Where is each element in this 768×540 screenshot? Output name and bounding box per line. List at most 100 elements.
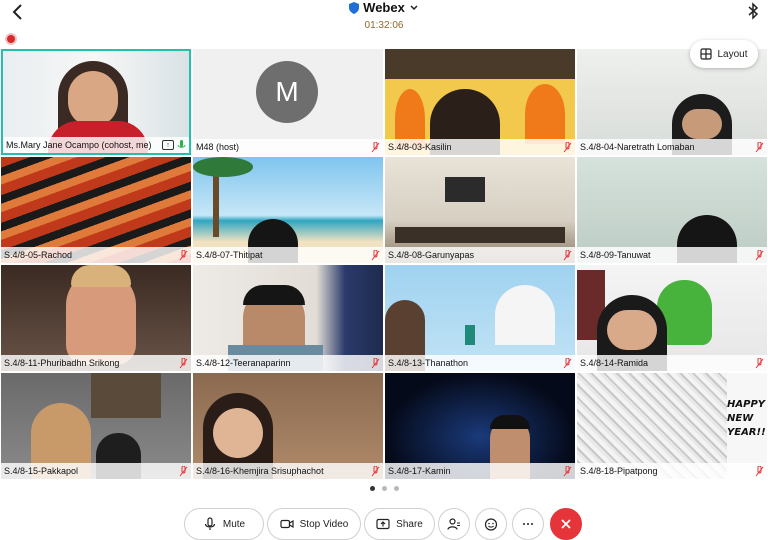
recording-indicator-icon [5, 33, 17, 45]
participant-name: S.4/8-05-Rachod [4, 250, 73, 260]
bluetooth-icon [748, 2, 759, 20]
smiley-icon [484, 518, 498, 531]
participant-label: S.4/8-09-Tanuwat [577, 247, 767, 263]
mic-muted-icon [563, 249, 572, 260]
layout-button[interactable]: Layout [690, 40, 758, 68]
participant-tile[interactable]: S.4/8-15-Pakkapol [1, 373, 191, 479]
mute-label: Mute [222, 518, 246, 530]
participant-tile[interactable]: M M48 (host) [193, 49, 383, 155]
mic-on-icon [177, 139, 186, 148]
participant-name: S.4/8-09-Tanuwat [580, 250, 651, 260]
more-horizontal-icon [523, 523, 533, 525]
mic-muted-icon [563, 357, 572, 368]
participants-button[interactable] [438, 508, 470, 540]
happy-new-year-artwork: HAPPY NEW YEAR!! [727, 399, 766, 438]
close-icon [561, 519, 571, 529]
participant-name: S.4/8-12-Teeranaparinn [196, 358, 291, 368]
participant-name: S.4/8-03-Kasilin [388, 142, 452, 152]
participant-label: S.4/8-15-Pakkapol [1, 463, 191, 479]
share-indicator-icon: ↑ [162, 140, 174, 150]
participant-tile[interactable]: S.4/8-05-Rachod [1, 157, 191, 263]
stop-video-button[interactable]: Stop Video [267, 508, 361, 540]
participant-label: S.4/8-04-Naretrath Lomaban [577, 139, 767, 155]
page-dot[interactable] [394, 486, 399, 491]
participant-label: S.4/8-03-Kasilin [385, 139, 575, 155]
mic-muted-icon [179, 249, 188, 260]
participant-name: Ms.Mary Jane Ocampo (cohost, me) [6, 140, 152, 150]
participant-label: S.4/8-11-Phuribadhn Srikong [1, 355, 191, 371]
participant-label: S.4/8-08-Garunyapas [385, 247, 575, 263]
share-screen-icon [376, 518, 390, 530]
mic-muted-icon [371, 465, 380, 476]
participants-icon [447, 518, 460, 530]
participant-label: S.4/8-12-Teeranaparinn [193, 355, 383, 371]
layout-label: Layout [717, 48, 748, 60]
participant-tile[interactable]: S.4/8-14-Ramida [577, 265, 767, 371]
page-dot[interactable] [370, 486, 375, 491]
participant-tile[interactable]: S.4/8-16-Khemjira Srisuphachot [193, 373, 383, 479]
participant-label: S.4/8-07-Thitipat [193, 247, 383, 263]
more-options-button[interactable] [512, 508, 544, 540]
top-bar: Webex 01:32:06 [0, 0, 768, 31]
participant-name: S.4/8-15-Pakkapol [4, 466, 79, 476]
shield-icon [349, 1, 360, 14]
share-button[interactable]: Share [364, 508, 435, 540]
mic-muted-icon [371, 357, 380, 368]
participant-label: S.4/8-16-Khemjira Srisuphachot [193, 463, 383, 479]
participant-tile[interactable]: S.4/8-13-Thanathon [385, 265, 575, 371]
mic-muted-icon [755, 249, 764, 260]
participant-tile[interactable]: Ms.Mary Jane Ocampo (cohost, me) ↑ [1, 49, 191, 155]
participant-tile[interactable]: HAPPY NEW YEAR!! S.4/8-18-Pipatpong [577, 373, 767, 479]
avatar: M [256, 61, 318, 123]
participant-tile[interactable]: S.4/8-07-Thitipat [193, 157, 383, 263]
participant-name: S.4/8-13-Thanathon [388, 358, 469, 368]
participant-tile[interactable]: S.4/8-08-Garunyapas [385, 157, 575, 263]
participant-tile[interactable]: S.4/8-12-Teeranaparinn [193, 265, 383, 371]
share-label: Share [396, 518, 423, 530]
participant-label: S.4/8-13-Thanathon [385, 355, 575, 371]
participant-tile[interactable]: S.4/8-17-Kamin [385, 373, 575, 479]
mic-muted-icon [179, 357, 188, 368]
mic-muted-icon [179, 465, 188, 476]
end-call-button[interactable] [550, 508, 582, 540]
chevron-down-icon [410, 4, 418, 10]
participant-name: S.4/8-11-Phuribadhn Srikong [4, 358, 120, 368]
participant-name: S.4/8-16-Khemjira Srisuphachot [196, 466, 324, 476]
meeting-controls: Mute Stop Video Share [0, 508, 768, 540]
layout-grid-icon [700, 48, 713, 60]
participant-label: S.4/8-18-Pipatpong [577, 463, 767, 479]
stop-video-label: Stop Video [299, 518, 349, 530]
meeting-title[interactable]: Webex [349, 0, 419, 15]
participant-label: S.4/8-17-Kamin [385, 463, 575, 479]
mic-muted-icon [563, 465, 572, 476]
mic-muted-icon [371, 141, 380, 152]
video-camera-icon [280, 519, 294, 529]
meeting-timer: 01:32:06 [364, 19, 404, 31]
page-indicator[interactable] [370, 486, 399, 491]
participant-tile[interactable]: S.4/8-03-Kasilin [385, 49, 575, 155]
participant-name: S.4/8-18-Pipatpong [580, 466, 658, 476]
video-grid: Ms.Mary Jane Ocampo (cohost, me) ↑ M M48… [0, 48, 768, 479]
mute-button[interactable]: Mute [184, 508, 264, 540]
microphone-icon [204, 517, 215, 530]
mic-muted-icon [755, 465, 764, 476]
reactions-button[interactable] [475, 508, 507, 540]
mic-muted-icon [371, 249, 380, 260]
mic-muted-icon [755, 141, 764, 152]
participant-name: S.4/8-07-Thitipat [196, 250, 263, 260]
participant-label: S.4/8-14-Ramida [577, 355, 767, 371]
app-title: Webex [363, 0, 405, 15]
participant-name: S.4/8-17-Kamin [388, 466, 451, 476]
participant-tile[interactable]: S.4/8-09-Tanuwat [577, 157, 767, 263]
participant-name: S.4/8-08-Garunyapas [388, 250, 475, 260]
participant-tile[interactable]: S.4/8-11-Phuribadhn Srikong [1, 265, 191, 371]
participant-label: Ms.Mary Jane Ocampo (cohost, me) ↑ [3, 137, 189, 153]
mic-muted-icon [755, 357, 764, 368]
participant-name: M48 (host) [196, 142, 240, 152]
page-dot[interactable] [382, 486, 387, 491]
participant-label: S.4/8-05-Rachod [1, 247, 191, 263]
participant-name: S.4/8-04-Naretrath Lomaban [580, 142, 695, 152]
participant-label: M48 (host) [193, 139, 383, 155]
participant-name: S.4/8-14-Ramida [580, 358, 649, 368]
meeting-header: Webex 01:32:06 [0, 0, 768, 31]
